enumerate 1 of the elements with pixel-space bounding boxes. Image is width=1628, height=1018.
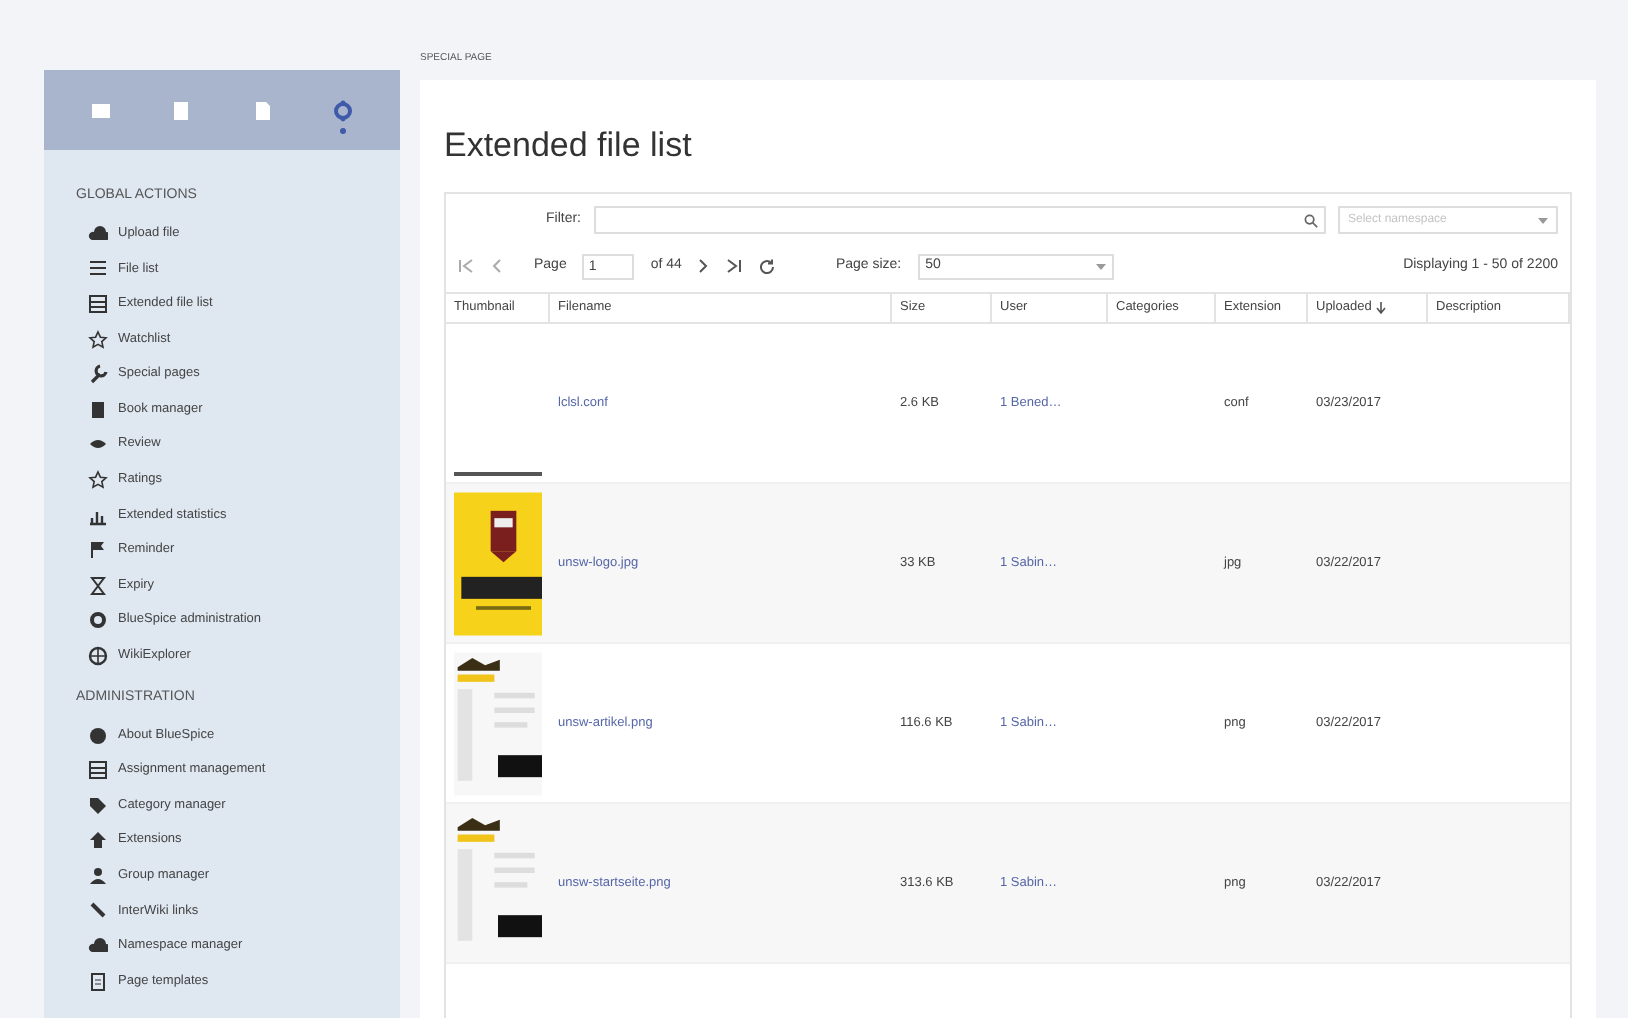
page-title: Extended file list: [444, 126, 692, 166]
